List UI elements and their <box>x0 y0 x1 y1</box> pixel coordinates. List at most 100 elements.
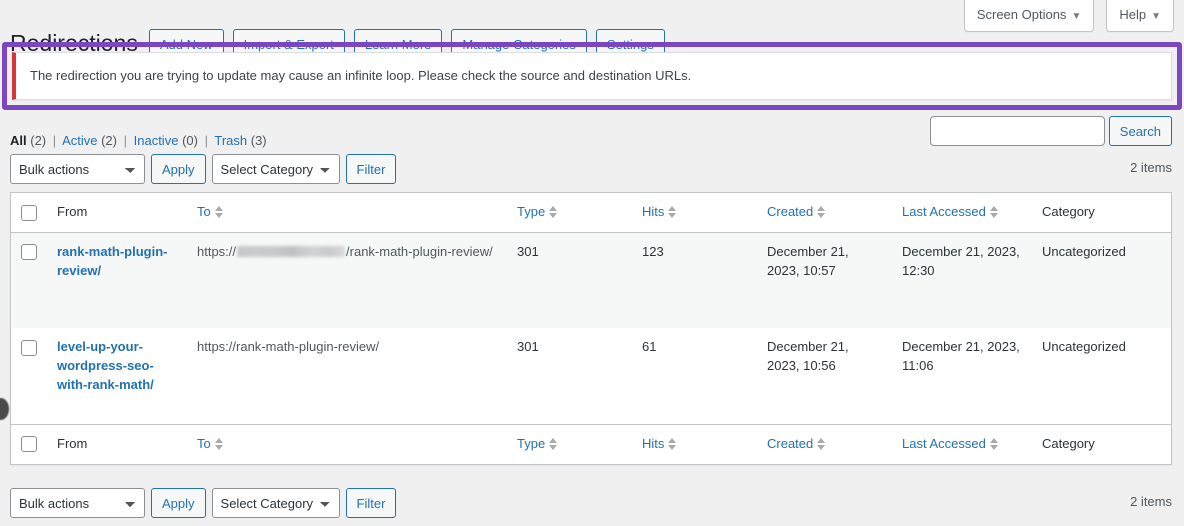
sort-arrows-icon <box>989 437 999 451</box>
sort-arrows-icon <box>817 437 826 451</box>
table-body: rank-math-plugin-review/ https:// /rank-m… <box>10 232 1172 424</box>
items-count-top: 2 items <box>1130 160 1172 175</box>
tablenav-bottom: Bulk actions Apply Select Category Filte… <box>10 488 397 518</box>
filter-button-top[interactable]: Filter <box>345 154 397 184</box>
cell-hits: 123 <box>642 243 664 259</box>
column-label-created: Created <box>767 435 814 451</box>
sort-link-last-accessed-footer[interactable]: Last Accessed <box>902 435 999 454</box>
column-footer-last-accessed: Last Accessed <box>892 423 1032 465</box>
column-header-hits: Hits <box>632 192 757 233</box>
column-label-to: To <box>197 204 211 219</box>
cell-type: 301 <box>517 243 539 259</box>
column-label-type: Type <box>517 204 546 219</box>
to-url-suffix: /rank-math-plugin-review/ <box>346 243 493 259</box>
column-header-created: Created <box>757 192 892 233</box>
sort-link-to[interactable]: To <box>197 203 224 222</box>
table-head: From To Type Hits Created Last Accessed … <box>10 192 1172 233</box>
help-button[interactable]: Help ▼ <box>1106 0 1174 33</box>
table-row: rank-math-plugin-review/ https:// /rank-m… <box>10 232 1172 329</box>
filter-separator: | <box>204 133 208 148</box>
redirection-link[interactable]: level-up-your-wordpress-seo-with-rank-ma… <box>57 338 177 395</box>
status-filter-links: All (2) | Active (2) | Inactive (0) | Tr… <box>10 128 267 154</box>
table-footer-row: From To Type Hits Created Last Accessed … <box>10 423 1172 465</box>
filter-count-active: (2) <box>101 133 117 148</box>
category-select-top[interactable]: Select Category <box>211 154 340 184</box>
redirection-link[interactable]: rank-math-plugin-review/ <box>57 243 177 281</box>
column-label-hits: Hits <box>642 435 665 451</box>
column-header-category: Category <box>1032 192 1172 233</box>
sort-arrows-icon <box>668 205 677 219</box>
bulk-actions-select-bottom[interactable]: Bulk actions <box>10 488 145 518</box>
redirections-admin-page: Screen Options ▼ Help ▼ Redirections Add N… <box>0 0 1184 526</box>
sort-link-hits-footer[interactable]: Hits <box>642 435 677 454</box>
filter-separator: | <box>52 133 57 148</box>
sort-link-type[interactable]: Type <box>517 203 558 222</box>
sort-link-to-footer[interactable]: To <box>197 435 224 454</box>
sort-arrows-icon <box>668 437 677 451</box>
column-header-last-accessed: Last Accessed <box>892 192 1032 233</box>
filter-link-active[interactable]: Active <box>62 133 97 148</box>
search-input[interactable] <box>929 116 1105 146</box>
redacted-domain <box>237 245 346 257</box>
cell-hits: 61 <box>642 339 657 355</box>
filter-count-inactive: (0) <box>182 133 198 148</box>
sort-link-created-footer[interactable]: Created <box>767 435 826 454</box>
column-label-last-accessed: Last Accessed <box>902 435 986 451</box>
apply-button-bottom[interactable]: Apply <box>151 488 206 518</box>
screen-options-label: Screen Options <box>976 7 1067 22</box>
column-label-last-accessed: Last Accessed <box>902 204 986 219</box>
sort-link-hits[interactable]: Hits <box>642 203 677 222</box>
sort-link-last-accessed[interactable]: Last Accessed <box>902 203 999 222</box>
sort-link-created[interactable]: Created <box>767 203 826 222</box>
filter-link-trash[interactable]: Trash <box>214 133 247 148</box>
column-label-to: To <box>197 435 211 451</box>
cell-type: 301 <box>517 339 539 355</box>
select-all-checkbox-footer[interactable] <box>21 436 37 453</box>
filter-button-bottom[interactable]: Filter <box>345 488 397 518</box>
row-checkbox[interactable] <box>21 339 37 356</box>
sort-arrows-icon <box>817 205 826 219</box>
sort-arrows-icon <box>214 205 224 219</box>
cell-from: level-up-your-wordpress-seo-with-rank-ma… <box>47 328 187 424</box>
redirections-table: From To Type Hits Created Last Accessed … <box>10 192 1172 465</box>
cell-to: https://rank-math-plugin-review/ <box>187 328 507 424</box>
row-select-cell <box>11 232 48 328</box>
category-select-bottom[interactable]: Select Category <box>211 488 340 518</box>
select-all-checkbox[interactable] <box>21 204 37 221</box>
column-footer-category: Category <box>1032 423 1172 465</box>
cell-category: Uncategorized <box>1042 243 1126 259</box>
column-footer-to: To <box>187 423 507 465</box>
column-label-from: From <box>57 204 88 219</box>
column-label-hits: Hits <box>642 204 665 219</box>
sort-arrows-icon <box>549 437 558 451</box>
search-form: Search <box>929 116 1172 146</box>
column-footer-from: From <box>47 423 187 465</box>
apply-button-top[interactable]: Apply <box>151 154 206 184</box>
column-label-category: Category <box>1042 204 1095 219</box>
search-button[interactable]: Search <box>1108 116 1172 146</box>
filter-separator: | <box>123 133 127 148</box>
chevron-down-icon: ▼ <box>1071 11 1082 22</box>
column-label-type: Type <box>517 435 546 451</box>
error-notice: The redirection you are trying to update… <box>12 52 1172 100</box>
column-footer-type: Type <box>507 423 632 465</box>
column-label-from: From <box>57 435 88 451</box>
bulk-actions-select-top[interactable]: Bulk actions <box>10 154 145 184</box>
help-label: Help <box>1119 7 1147 22</box>
filter-count-trash: (3) <box>250 133 267 148</box>
cell-last-accessed: December 21, 2023, 12:30 <box>902 243 1020 278</box>
filter-link-inactive[interactable]: Inactive <box>134 133 179 148</box>
filter-link-all[interactable]: All <box>10 133 27 148</box>
column-header-to: To <box>187 192 507 233</box>
cell-category: Uncategorized <box>1042 339 1126 355</box>
cell-from: rank-math-plugin-review/ <box>47 232 187 328</box>
column-header-type: Type <box>507 192 632 233</box>
row-checkbox[interactable] <box>21 244 37 261</box>
cell-last-accessed: December 21, 2023, 11:06 <box>902 339 1020 374</box>
screen-options-button[interactable]: Screen Options ▼ <box>963 0 1095 33</box>
sort-link-type-footer[interactable]: Type <box>517 435 558 454</box>
column-header-from: From <box>47 192 187 233</box>
cell-created: December 21, 2023, 10:57 <box>767 243 849 278</box>
select-all-header <box>10 192 47 233</box>
to-url-prefix: https:// <box>197 243 237 259</box>
